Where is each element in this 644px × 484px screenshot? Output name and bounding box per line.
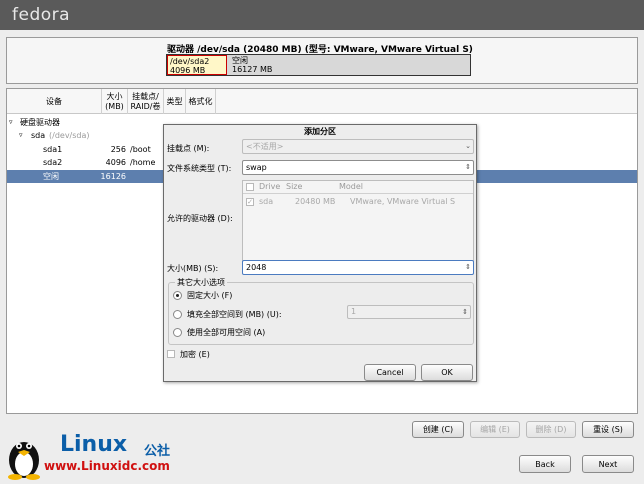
col-drive: Drive <box>259 182 281 191</box>
edit-button[interactable]: 编辑 (E) <box>470 421 520 438</box>
spin-arrows-icon[interactable]: ⇕ <box>465 261 471 274</box>
encrypt-checkbox[interactable] <box>167 350 175 358</box>
tree-header: 设备 大小 (MB) 挂载点/ RAID/卷 类型 格式化 <box>7 89 637 114</box>
delete-button[interactable]: 删除 (D) <box>526 421 576 438</box>
reset-button[interactable]: 重设 (S) <box>582 421 634 438</box>
fs-type-select[interactable]: swap ⇕ <box>242 160 474 175</box>
col-drive-size: Size <box>286 182 303 191</box>
segment-free[interactable]: 空闲 16127 MB <box>229 55 275 75</box>
mount-point-combo[interactable]: <不适用> ⌄ <box>242 139 474 154</box>
allowed-drives-label: 允许的驱动器 (D): <box>167 214 233 223</box>
col-format[interactable]: 格式化 <box>186 89 216 114</box>
expander-icon[interactable]: ▿ <box>9 116 13 129</box>
row-device: sda2 <box>43 158 63 167</box>
fs-type-label: 文件系统类型 (T): <box>167 164 232 173</box>
fill-to-spinbox[interactable]: 1 ⇕ <box>347 305 471 319</box>
watermark-url: www.Linuxidc.com <box>44 459 170 473</box>
row-size: 4096 <box>105 158 126 167</box>
row-size: 256 <box>110 145 126 154</box>
row-device: 空闲 <box>43 172 59 181</box>
fill-all-label: 使用全部可用空间 (A) <box>187 328 266 337</box>
back-button[interactable]: Back <box>519 455 571 473</box>
add-partition-dialog[interactable]: 添加分区 挂载点 (M): <不适用> ⌄ 文件系统类型 (T): swap ⇕… <box>163 124 477 382</box>
top-banner <box>0 0 644 30</box>
mount-point-value: <不适用> <box>246 142 284 151</box>
tux-icon <box>8 442 40 480</box>
size-spinbox[interactable]: 2048 ⇕ <box>242 260 474 275</box>
watermark-suffix: 公社 <box>144 444 171 459</box>
row-device: sda1 <box>43 145 63 154</box>
drive-name: sda <box>259 197 274 206</box>
row-device: 硬盘驱动器 <box>20 118 60 127</box>
drive-model: VMware, VMware Virtual S <box>350 197 456 206</box>
fs-type-value: swap <box>246 163 267 172</box>
mount-point-label: 挂载点 (M): <box>167 144 210 153</box>
segment-sda2-label: /dev/sda2 <box>170 57 210 66</box>
drive-usage-bar: /dev/sda2 4096 MB 空闲 16127 MB <box>166 54 471 76</box>
fixed-size-label: 固定大小 (F) <box>187 291 233 300</box>
segment-free-label: 空闲 <box>232 56 248 65</box>
segment-sda2[interactable]: /dev/sda2 4096 MB <box>167 55 227 75</box>
updown-arrows-icon: ⇕ <box>465 163 471 171</box>
allowed-drives-list[interactable]: Drive Size Model ✓ sda 20480 MB VMware, … <box>242 180 474 264</box>
size-options-group: 其它大小选项 固定大小 (F) 填充全部空间到 (MB) (U): 1 ⇕ 使用… <box>168 277 474 345</box>
segment-free-size: 16127 MB <box>232 65 273 74</box>
row-device-path: (/dev/sda) <box>49 131 90 140</box>
fill-to-radio[interactable] <box>173 310 182 319</box>
row-mount: /home <box>130 158 156 167</box>
drives-list-header: Drive Size Model <box>243 181 473 194</box>
col-type[interactable]: 类型 <box>164 89 186 114</box>
expander-icon[interactable]: ▿ <box>19 129 23 142</box>
segment-sda2-size: 4096 MB <box>170 66 206 75</box>
fill-to-label: 填充全部空间到 (MB) (U): <box>187 310 282 319</box>
dialog-title: 添加分区 <box>304 127 336 136</box>
size-value: 2048 <box>246 263 267 272</box>
next-button[interactable]: Next <box>582 455 634 473</box>
chevron-down-icon: ⌄ <box>465 142 471 150</box>
row-device: sda <box>31 131 46 140</box>
col-device[interactable]: 设备 <box>7 89 102 114</box>
create-button[interactable]: 创建 (C) <box>412 421 464 438</box>
row-mount: /boot <box>130 145 151 154</box>
drive-size: 20480 MB <box>295 197 336 206</box>
header-checkbox <box>246 183 254 191</box>
col-model: Model <box>339 182 364 191</box>
col-size[interactable]: 大小 (MB) <box>102 89 128 114</box>
size-label: 大小(MB) (S): <box>167 264 219 273</box>
cancel-button[interactable]: Cancel <box>364 364 416 381</box>
watermark-brand: Linux <box>60 432 128 457</box>
fixed-size-radio[interactable] <box>173 291 182 300</box>
fedora-logo: fedora <box>12 5 71 25</box>
fill-to-value: 1 <box>351 307 357 316</box>
spin-arrows-icon: ⇕ <box>462 308 468 316</box>
row-size: 16126 <box>100 172 126 181</box>
fill-all-radio[interactable] <box>173 328 182 337</box>
size-options-title: 其它大小选项 <box>175 277 227 288</box>
drive-checkbox[interactable]: ✓ <box>246 198 254 206</box>
ok-button[interactable]: OK <box>421 364 473 381</box>
encrypt-label: 加密 (E) <box>180 350 210 359</box>
col-mount[interactable]: 挂载点/ RAID/卷 <box>128 89 164 114</box>
drive-row-sda[interactable]: ✓ sda 20480 MB VMware, VMware Virtual S <box>243 196 473 209</box>
